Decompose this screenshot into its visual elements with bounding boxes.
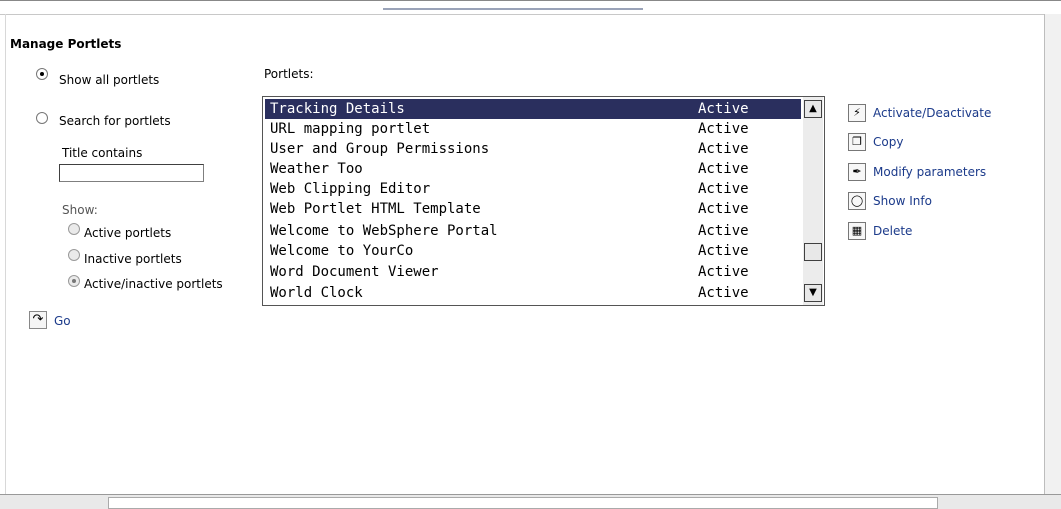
frame-left-border xyxy=(5,14,6,494)
scroll-thumb[interactable] xyxy=(804,243,822,261)
list-scrollbar[interactable]: ▲ ▼ xyxy=(803,97,823,305)
copy-label: Copy xyxy=(873,135,904,149)
portlet-name: Web Portlet HTML Template xyxy=(270,201,481,217)
inactive-portlets-label: Inactive portlets xyxy=(84,252,182,266)
glasses-icon: ◯ xyxy=(848,192,866,210)
modify-parameters-label: Modify parameters xyxy=(873,165,987,179)
title-contains-label: Title contains xyxy=(62,146,143,160)
wrench-icon: ✒ xyxy=(848,163,866,181)
list-item[interactable]: Web Clipping Editor Active xyxy=(263,179,803,199)
delete-label: Delete xyxy=(873,224,913,238)
portlet-name: URL mapping portlet xyxy=(270,121,431,137)
portlet-name: World Clock xyxy=(270,285,363,301)
list-item[interactable]: Welcome to WebSphere Portal Active xyxy=(263,221,803,241)
portlet-name: Welcome to YourCo xyxy=(270,243,414,259)
portlet-name: User and Group Permissions xyxy=(270,141,490,157)
portlet-name: Web Clipping Editor xyxy=(270,181,431,197)
page-vertical-scrollbar[interactable] xyxy=(1044,14,1061,494)
portlet-name: Word Document Viewer xyxy=(270,264,439,280)
search-radio[interactable] xyxy=(36,112,48,124)
activate-deactivate-label: Activate/Deactivate xyxy=(873,106,992,120)
list-item[interactable]: Web Portlet HTML Template Active xyxy=(263,199,803,219)
portlet-name: Tracking Details xyxy=(270,101,405,117)
portlet-status: Active xyxy=(698,181,749,197)
active-portlets-radio[interactable] xyxy=(68,223,80,235)
portlet-status: Active xyxy=(698,161,749,177)
trash-icon: ▦ xyxy=(848,222,866,240)
browser-top-edge xyxy=(0,0,1061,15)
list-item[interactable]: Welcome to YourCo Active xyxy=(263,241,803,261)
show-all-label: Show all portlets xyxy=(59,73,160,87)
portlet-status: Active xyxy=(698,223,749,239)
list-item[interactable]: Tracking Details Active xyxy=(265,99,801,119)
scroll-down-icon[interactable]: ▼ xyxy=(804,284,822,302)
portlets-listbox[interactable]: Tracking Details Active URL mapping port… xyxy=(262,96,825,306)
list-item[interactable]: User and Group Permissions Active xyxy=(263,139,803,159)
search-label: Search for portlets xyxy=(59,114,171,128)
show-info-label: Show Info xyxy=(873,194,932,208)
title-contains-input[interactable] xyxy=(59,164,204,182)
horizontal-scroll-thumb[interactable] xyxy=(108,497,938,509)
portlets-header: Portlets: xyxy=(264,67,314,81)
go-arrow-icon[interactable]: ↷ xyxy=(29,311,47,329)
portlet-name: Welcome to WebSphere Portal xyxy=(270,223,498,239)
portlet-status: Active xyxy=(698,201,749,217)
portlet-status: Active xyxy=(698,121,749,137)
list-item[interactable]: Word Document Viewer Active xyxy=(263,262,803,282)
portlet-status: Active xyxy=(698,141,749,157)
portlet-status: Active xyxy=(698,264,749,280)
go-link[interactable]: Go xyxy=(54,314,71,328)
show-all-radio[interactable] xyxy=(36,68,48,80)
lightning-icon: ⚡ xyxy=(848,104,866,122)
portlet-name: Weather Too xyxy=(270,161,363,177)
list-item[interactable]: Weather Too Active xyxy=(263,159,803,179)
list-item[interactable]: URL mapping portlet Active xyxy=(263,119,803,139)
copy-icon: ❐ xyxy=(848,133,866,151)
active-portlets-label: Active portlets xyxy=(84,226,172,240)
page-horizontal-scrollbar[interactable] xyxy=(0,494,1061,509)
portlet-status: Active xyxy=(698,285,749,301)
inactive-portlets-radio[interactable] xyxy=(68,249,80,261)
show-label: Show: xyxy=(62,203,98,217)
page-title: Manage Portlets xyxy=(10,37,122,51)
both-portlets-radio[interactable] xyxy=(68,275,80,287)
both-portlets-label: Active/inactive portlets xyxy=(84,277,223,291)
list-item[interactable]: World Clock Active xyxy=(263,283,803,303)
portlet-status: Active xyxy=(698,243,749,259)
scroll-up-icon[interactable]: ▲ xyxy=(804,100,822,118)
portlet-status: Active xyxy=(698,101,749,117)
